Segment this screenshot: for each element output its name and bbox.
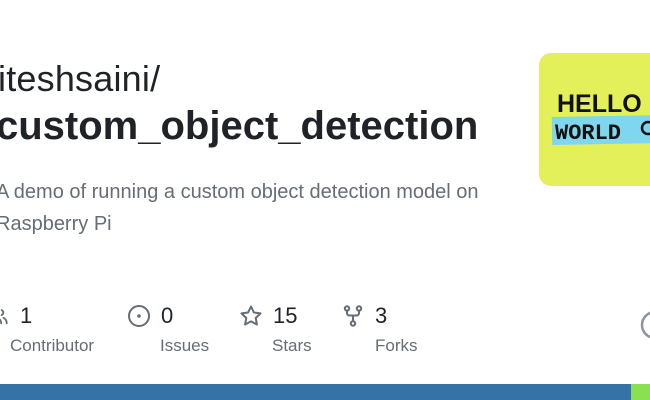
stars-label: Stars (272, 336, 312, 355)
repo-description: A demo of running a custom object detect… (0, 181, 479, 235)
repo-forked-icon (341, 304, 365, 328)
stat-contributors[interactable]: 1 Contributor (0, 302, 94, 356)
repo-social-card: iteshsaini/ custom_object_detection A de… (0, 0, 650, 400)
github-logo-icon[interactable] (640, 310, 650, 340)
language-bar-secondary (631, 384, 650, 400)
contributors-count: 1 (20, 303, 33, 328)
repo-owner[interactable]: iteshsaini/ (0, 58, 160, 100)
forks-label: Forks (375, 336, 418, 355)
forks-count: 3 (375, 303, 388, 328)
hello-world-logo: HELLO WORLD (551, 90, 650, 146)
repo-name[interactable]: custom_object_detection (0, 104, 478, 149)
issues-count: 0 (161, 303, 174, 328)
language-bar-primary (0, 384, 650, 400)
logo-world-text: WORLD (555, 121, 621, 146)
stat-issues[interactable]: 0 Issues (127, 302, 209, 356)
issues-label: Issues (160, 336, 210, 355)
star-icon (239, 304, 263, 328)
contributors-label: Contributor (10, 336, 95, 355)
stars-count: 15 (273, 303, 298, 328)
stat-stars[interactable]: 15 Stars (239, 302, 312, 356)
people-icon (0, 304, 10, 328)
stat-forks[interactable]: 3 Forks (341, 302, 418, 356)
logo-hello-text: HELLO (557, 90, 642, 118)
owner-avatar[interactable]: HELLO WORLD (539, 53, 650, 186)
issue-opened-icon (127, 304, 151, 328)
